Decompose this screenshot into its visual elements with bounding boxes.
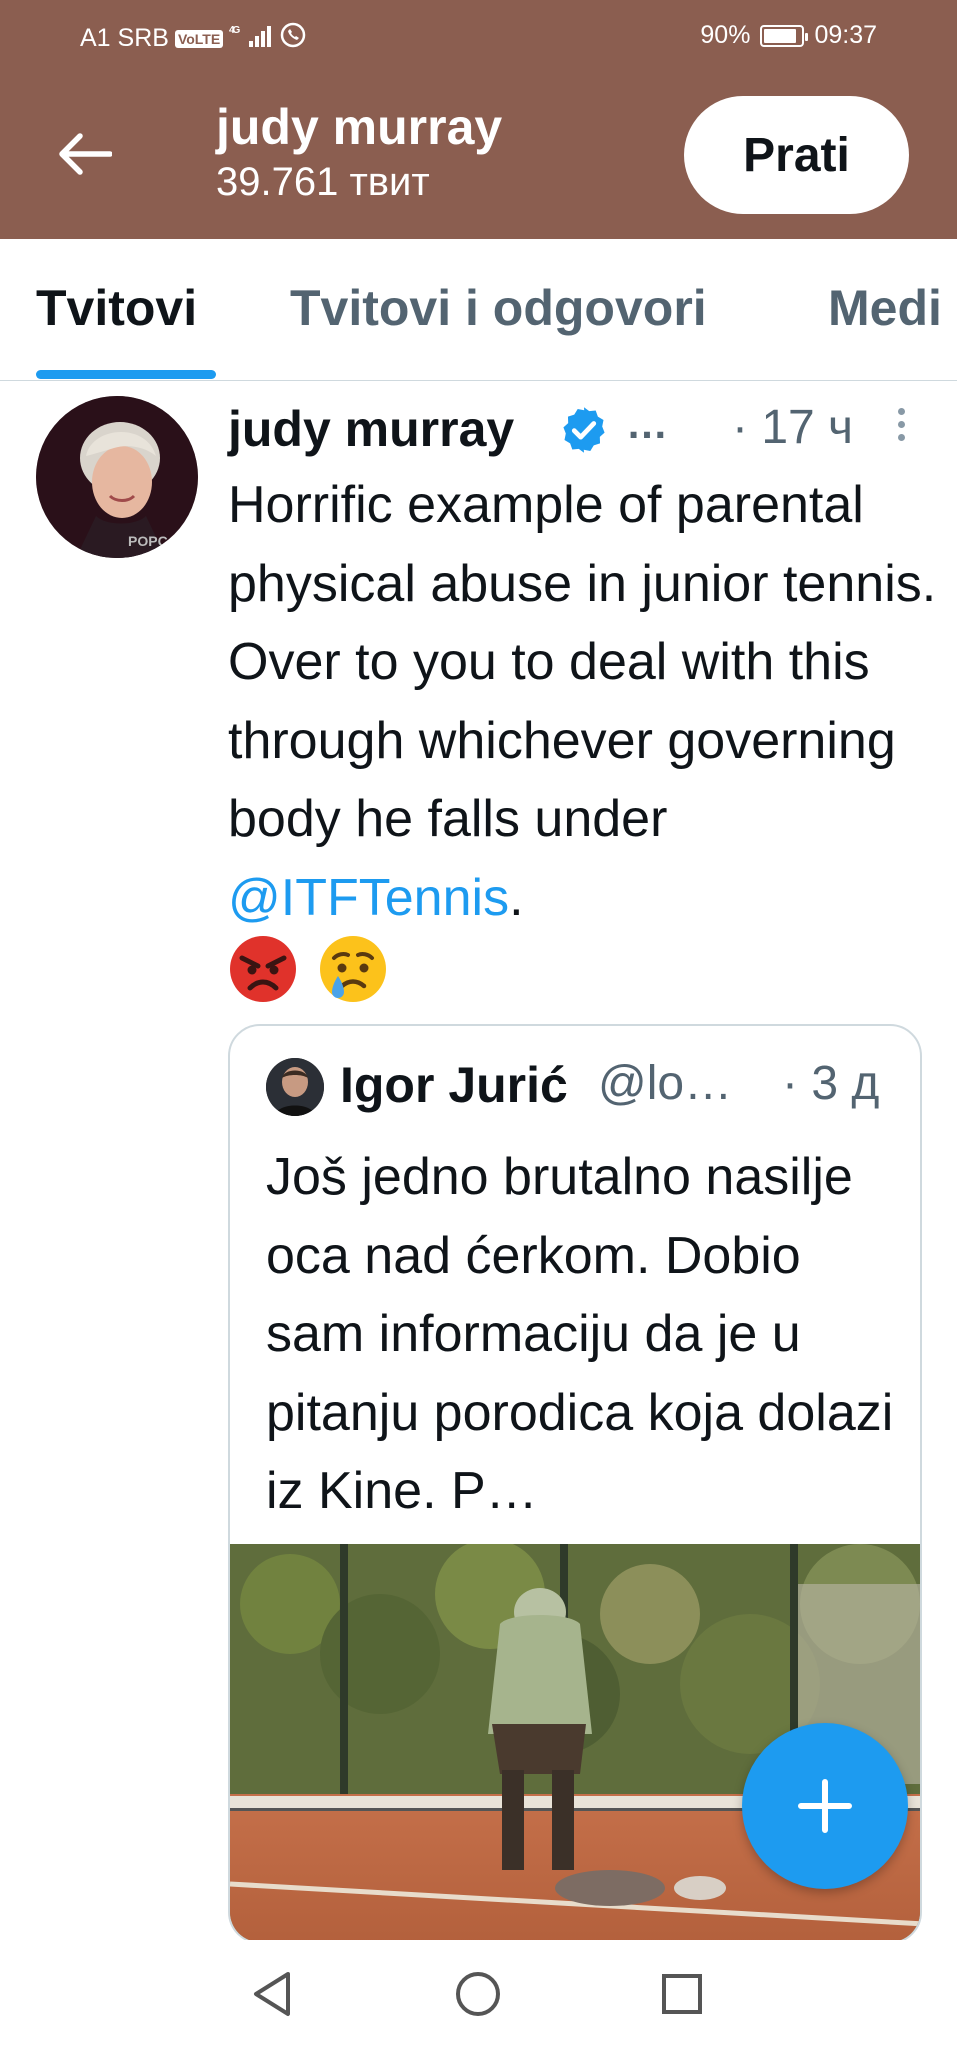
author-handle-ellipsis: … — [626, 400, 668, 447]
system-navigation-bar — [0, 1940, 957, 2048]
quoted-tweet-text: Još jedno brutalno nasilje oca nad ćerko… — [266, 1148, 894, 1520]
verified-badge-icon — [558, 404, 610, 456]
nav-home-button[interactable] — [446, 1962, 510, 2026]
more-options-icon[interactable] — [886, 400, 916, 450]
author-avatar[interactable]: POPC — [36, 396, 198, 558]
status-bar: A1 SRB VoLTE 4G 90% 09:37 — [0, 0, 957, 72]
square-recent-icon — [662, 1974, 702, 2014]
whatsapp-icon — [279, 21, 307, 56]
tweet-text: Horrific example of parental physical ab… — [228, 466, 940, 937]
tweet-header: judy murray … · 17 ч — [228, 400, 928, 460]
quoted-author-avatar[interactable] — [266, 1058, 324, 1116]
tab-tweets[interactable]: Tvitovi — [36, 279, 197, 337]
active-tab-indicator — [36, 370, 216, 379]
tweet-author-name[interactable]: judy murray — [228, 400, 514, 458]
circle-home-icon — [456, 1972, 500, 2016]
network-type: 4G — [229, 25, 241, 36]
status-left: A1 SRB VoLTE 4G — [80, 21, 307, 56]
tab-media[interactable]: Medi — [828, 279, 942, 337]
clock: 09:37 — [814, 21, 877, 49]
nav-back-button[interactable] — [240, 1962, 304, 2026]
profile-name: judy murray — [216, 99, 503, 155]
plus-icon — [798, 1779, 852, 1833]
quoted-author-name[interactable]: Igor Jurić — [340, 1056, 568, 1114]
profile-header: A1 SRB VoLTE 4G 90% 09:37 judy murray 39… — [0, 0, 957, 239]
carrier-label: A1 SRB — [80, 24, 169, 52]
svg-text:POPC: POPC — [128, 533, 168, 549]
signal-icon: 4G — [229, 23, 273, 55]
mention-link[interactable]: @ITFTennis — [228, 869, 509, 927]
follow-button[interactable]: Prati — [684, 96, 909, 214]
profile-tabs: Tvitovi Tvitovi i odgovori Medi — [0, 239, 957, 381]
arrow-left-icon — [59, 133, 112, 175]
tweet-time[interactable]: · 17 ч — [732, 400, 853, 455]
angry-face-emoji — [230, 936, 296, 1002]
profile-title: judy murray 39.761 твит — [216, 98, 502, 206]
triangle-back-icon — [254, 1972, 290, 2016]
battery-icon — [760, 24, 809, 47]
battery-fill — [764, 28, 797, 43]
back-button[interactable] — [52, 122, 116, 186]
crying-face-emoji — [320, 936, 386, 1002]
quoted-tweet-time: · 3 д — [782, 1057, 880, 1110]
volte-badge: VoLTE — [174, 29, 224, 48]
tweet-count: 39.761 твит — [216, 160, 430, 204]
quoted-author-handle: @lo… — [598, 1057, 733, 1110]
status-right: 90% 09:37 — [700, 21, 877, 50]
battery-percent: 90% — [700, 21, 751, 49]
tweet-text-end: . — [509, 868, 524, 927]
tweet-emojis — [228, 934, 388, 1004]
tweet-text-body: Horrific example of parental physical ab… — [228, 476, 937, 848]
compose-tweet-button[interactable] — [742, 1723, 908, 1889]
tab-tweets-and-replies[interactable]: Tvitovi i odgovori — [290, 279, 707, 337]
nav-recent-apps-button[interactable] — [650, 1962, 714, 2026]
